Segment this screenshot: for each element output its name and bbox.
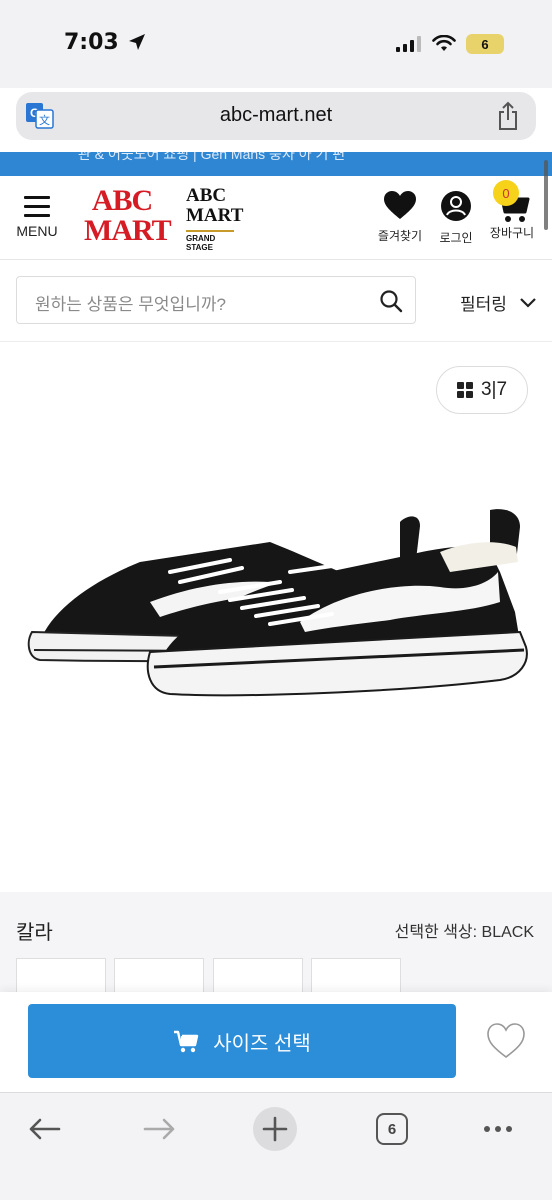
gallery-current: 3 [480, 379, 492, 400]
tab-count: 6 [387, 1120, 397, 1138]
size-select-button[interactable]: 사이즈 선택 [28, 1004, 456, 1078]
heart-icon [384, 191, 416, 219]
color-section-title: 칼라 [16, 922, 53, 944]
grand-logo-line-2: MART [186, 205, 244, 226]
grand-stage-logo[interactable]: ABC MART GRAND STAGE [186, 185, 244, 252]
menu-label: MENU [16, 223, 58, 239]
grand-logo-line-4: STAGE [186, 243, 213, 252]
status-bar: 7:03 6 [0, 0, 552, 88]
favorites-button[interactable]: 즐겨찾기 [372, 190, 428, 244]
search-input[interactable]: 원하는 상품은 무엇입니까? [35, 290, 226, 315]
address-bar[interactable]: G 文 abc-mart.net [16, 92, 536, 140]
product-image-gallery[interactable]: 3|7 [0, 342, 552, 892]
scrollbar[interactable] [544, 160, 548, 230]
battery-icon: 6 [466, 34, 504, 54]
url-text: abc-mart.net [219, 104, 333, 126]
location-arrow-icon [129, 34, 146, 50]
forward-button[interactable] [138, 1107, 182, 1151]
gallery-page-indicator[interactable]: 3|7 [436, 366, 528, 414]
abc-mart-logo[interactable]: ABC MART [84, 184, 172, 252]
wishlist-heart-icon[interactable] [486, 1022, 526, 1060]
new-tab-button[interactable] [253, 1107, 297, 1151]
promo-banner[interactable]: 관 & 어웃도어 쇼핑 | Gen Mans 풍자 아 기 편 [0, 152, 552, 176]
more-menu-icon[interactable] [476, 1107, 520, 1151]
favorites-label: 즐겨찾기 [377, 229, 423, 243]
grid-icon [456, 382, 473, 398]
plus-icon [262, 1116, 288, 1142]
search-field[interactable]: 원하는 상품은 무엇입니까? [16, 276, 416, 324]
filter-button[interactable]: 필터링 [460, 290, 537, 315]
logo-line-2: MART [84, 214, 172, 247]
gallery-total: 7 [496, 379, 508, 400]
arrow-right-icon [143, 1118, 175, 1140]
promo-banner-text: 관 & 어웃도어 쇼핑 | Gen Mans 풍자 아 기 편 [78, 152, 346, 162]
cart-label: 장바구니 [489, 226, 535, 240]
grand-logo-line-3: GRAND [186, 234, 216, 243]
size-select-label: 사이즈 선택 [213, 1032, 311, 1055]
share-icon[interactable] [496, 101, 520, 131]
back-button[interactable] [22, 1107, 66, 1151]
user-icon [441, 191, 471, 221]
color-section: 칼라 선택한 색상: BLACK [0, 892, 552, 998]
tab-count-icon: 6 [376, 1113, 408, 1145]
login-label: 로그인 [439, 231, 473, 245]
battery-level: 6 [481, 36, 489, 52]
tabs-button[interactable]: 6 [370, 1107, 414, 1151]
menu-button[interactable]: MENU [14, 190, 60, 250]
product-image [27, 509, 528, 697]
browser-toolbar: 6 [0, 1092, 552, 1200]
grand-stage-text: GRAND STAGE [186, 230, 234, 252]
status-indicators: 6 [396, 34, 504, 54]
search-icon[interactable] [379, 289, 403, 313]
time-text: 7:03 [64, 30, 119, 55]
login-button[interactable]: 로그인 [428, 190, 484, 246]
logo-line-1: ABC [91, 184, 153, 217]
cellular-signal-icon [396, 36, 421, 52]
filter-label: 필터링 [460, 295, 507, 314]
chevron-down-icon [520, 297, 536, 308]
cart-count: 0 [502, 185, 510, 201]
cart-count-badge: 0 [493, 180, 519, 206]
search-row: 원하는 상품은 무엇입니까? 필터링 [0, 260, 552, 342]
status-time: 7:03 [64, 30, 146, 55]
wifi-icon [432, 35, 456, 51]
purchase-action-bar: 사이즈 선택 [0, 992, 552, 1092]
grand-logo-line-1: ABC [186, 185, 227, 206]
arrow-left-icon [29, 1118, 61, 1140]
cart-button[interactable]: 0 장바구니 [484, 180, 540, 241]
cart-icon [174, 1030, 199, 1053]
hamburger-icon [14, 190, 60, 217]
selected-color-label: 선택한 색상: BLACK [394, 924, 534, 941]
site-header: MENU ABC MART ABC MART GRAND STAGE 즐겨찾기 … [0, 176, 552, 260]
